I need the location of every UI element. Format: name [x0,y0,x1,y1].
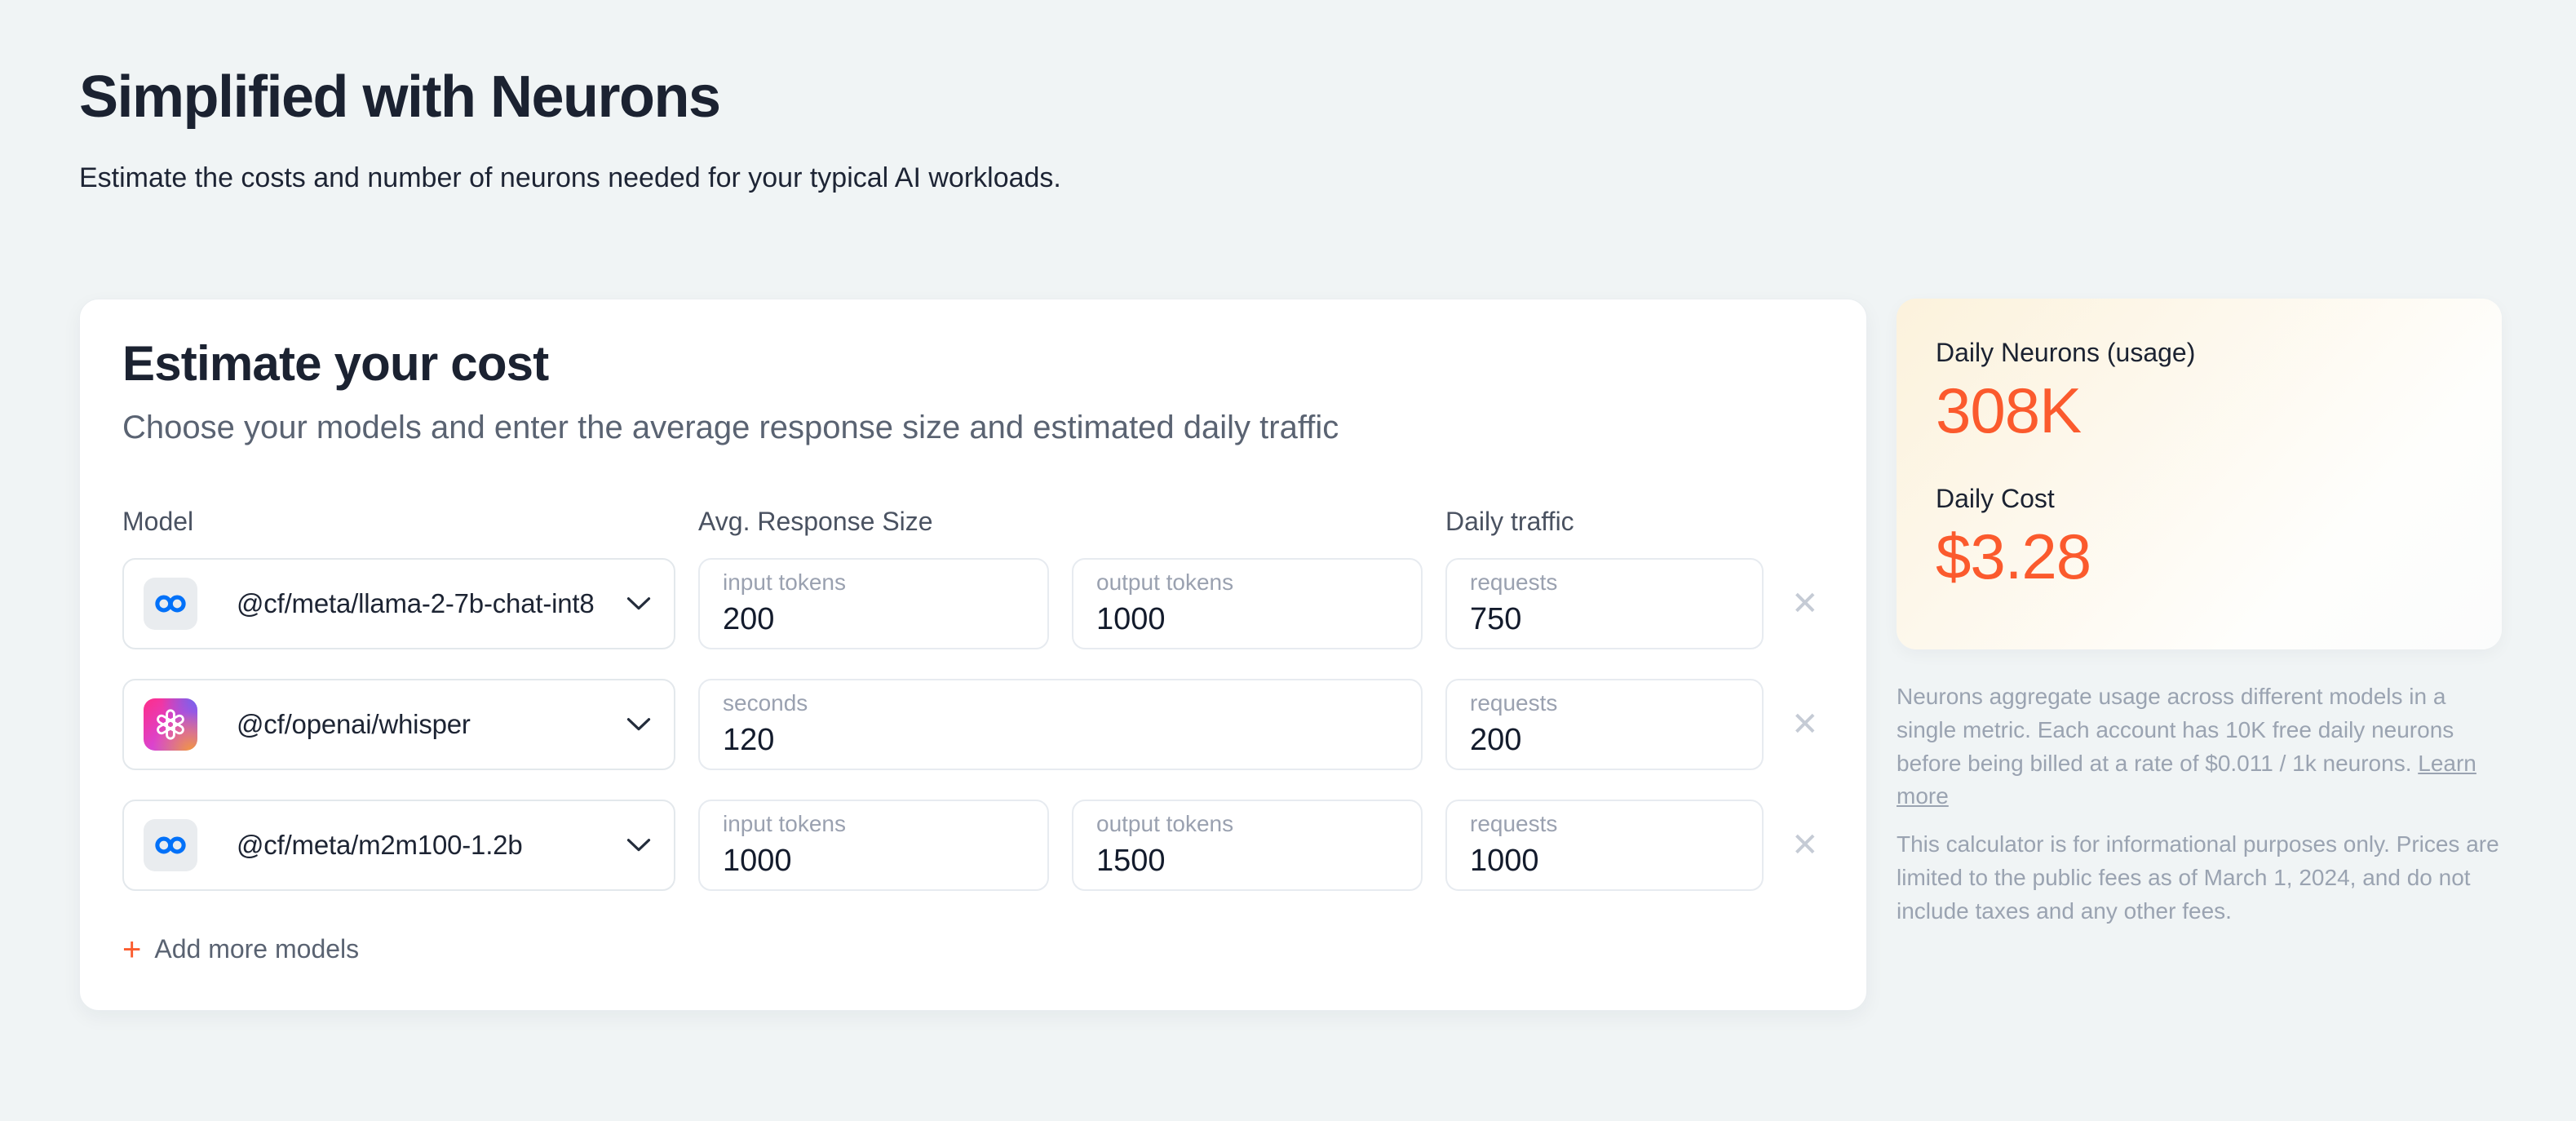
output-tokens-input[interactable] [1096,844,1398,880]
summary-column: Daily Neurons (usage) 308K Daily Cost $3… [1897,298,2502,928]
output-tokens-input[interactable] [1096,602,1398,638]
chevron-down-icon [626,596,651,610]
add-more-models-label: Add more models [154,934,360,964]
estimate-card: Estimate your cost Choose your models an… [79,298,1867,1011]
disclaimer-note: This calculator is for informational pur… [1897,831,2499,924]
model-name: @cf/meta/llama-2-7b-chat-int8 [237,587,595,618]
output-tokens-field[interactable]: output tokens [1072,799,1423,891]
model-select-llama[interactable]: @cf/meta/llama-2-7b-chat-int8 [122,557,675,649]
field-label: input tokens [723,569,846,596]
field-label: requests [1470,690,1558,716]
daily-cost-value: $3.28 [1936,520,2091,592]
column-header-daily-traffic: Daily traffic [1445,506,1574,536]
daily-neurons-value: 308K [1936,374,2082,446]
model-row-2: @cf/openai/whisper seconds requests ✕ [122,678,1824,770]
requests-field[interactable]: requests [1445,678,1764,770]
summary-card: Daily Neurons (usage) 308K Daily Cost $3… [1897,298,2502,649]
page-subtitle: Estimate the costs and number of neurons… [79,162,1061,193]
neurons-note: Neurons aggregate usage across different… [1897,680,2502,814]
daily-neurons-label: Daily Neurons (usage) [1936,337,2196,367]
model-select-m2m100[interactable]: @cf/meta/m2m100-1.2b [122,799,675,891]
requests-field[interactable]: requests [1445,557,1764,649]
remove-row-button[interactable]: ✕ [1786,829,1819,862]
field-label: output tokens [1096,811,1234,837]
model-name: @cf/openai/whisper [237,708,471,739]
page: Simplified with Neurons Estimate the cos… [0,0,2576,1011]
input-tokens-input[interactable] [723,602,1025,638]
meta-logo-icon [144,577,197,630]
field-label: output tokens [1096,569,1234,596]
neurons-note-text: Neurons aggregate usage across different… [1897,683,2454,776]
column-header-response-size: Avg. Response Size [698,506,933,536]
meta-logo-icon [144,818,197,871]
input-tokens-field[interactable]: input tokens [698,557,1049,649]
seconds-input[interactable] [723,723,1398,759]
seconds-field[interactable]: seconds [698,678,1423,770]
field-label: input tokens [723,811,846,837]
requests-field[interactable]: requests [1445,799,1764,891]
daily-cost-label: Daily Cost [1936,483,2055,513]
chevron-down-icon [626,717,651,731]
model-select-whisper[interactable]: @cf/openai/whisper [122,678,675,770]
model-name: @cf/meta/m2m100-1.2b [237,829,523,860]
field-label: requests [1470,811,1558,837]
estimate-card-title: Estimate your cost [122,335,549,391]
column-headers: Model Avg. Response Size Daily traffic [122,507,1824,537]
requests-input[interactable] [1470,844,1739,880]
chevron-down-icon [626,838,651,852]
requests-input[interactable] [1470,723,1739,759]
input-tokens-input[interactable] [723,844,1025,880]
openai-logo-icon [144,698,197,751]
output-tokens-field[interactable]: output tokens [1072,557,1423,649]
input-tokens-field[interactable]: input tokens [698,799,1049,891]
plus-icon: + [122,931,142,968]
model-row-3: @cf/meta/m2m100-1.2b input tokens output… [122,799,1824,891]
requests-input[interactable] [1470,602,1739,638]
model-row-1: @cf/meta/llama-2-7b-chat-int8 input toke… [122,557,1824,649]
field-label: seconds [723,690,808,716]
remove-row-button[interactable]: ✕ [1786,708,1819,741]
add-more-models-button[interactable]: + Add more models [122,933,359,966]
page-title: Simplified with Neurons [79,64,721,130]
content-row: Estimate your cost Choose your models an… [79,298,2502,1011]
field-label: requests [1470,569,1558,596]
estimate-card-subtitle: Choose your models and enter the average… [122,409,1339,445]
remove-row-button[interactable]: ✕ [1786,587,1819,620]
column-header-model: Model [122,506,194,536]
